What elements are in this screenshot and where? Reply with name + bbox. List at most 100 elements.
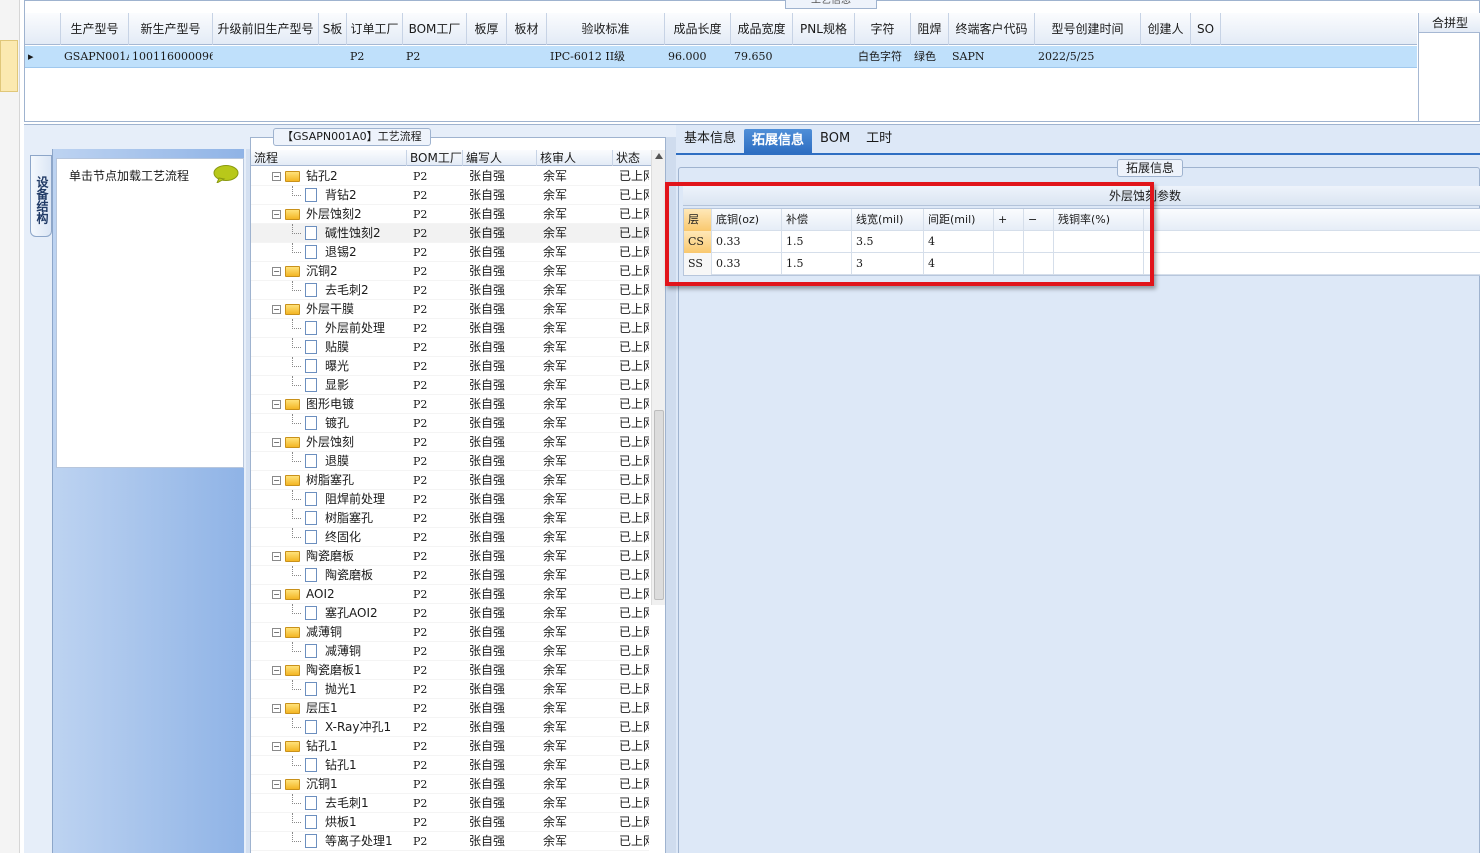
equipment-structure-tab[interactable]: 设备结构 bbox=[30, 155, 52, 237]
process-tree-scrollbar[interactable] bbox=[651, 150, 665, 605]
tree-process-step[interactable]: 碱性蚀刻2 P2 张自强 余军 已上网 bbox=[251, 224, 649, 243]
product-col-header[interactable] bbox=[25, 13, 61, 45]
scroll-thumb[interactable] bbox=[654, 410, 664, 600]
product-cell[interactable]: SAPN bbox=[949, 46, 1035, 68]
tree-name-cell[interactable]: − 钻孔2 bbox=[251, 167, 407, 186]
product-col-header[interactable]: S板 bbox=[319, 13, 347, 45]
tree-process-group[interactable]: − 钻孔2 P2 张自强 余军 已上网 bbox=[251, 167, 649, 186]
product-cell[interactable]: 79.650 bbox=[731, 46, 793, 68]
collapse-icon[interactable]: − bbox=[272, 209, 281, 219]
tree-process-step[interactable]: 去毛刺1 P2 张自强 余军 已上网 bbox=[251, 794, 649, 813]
tree-name-cell[interactable]: − 陶瓷磨板1 bbox=[251, 661, 407, 680]
tab-2[interactable]: BOM bbox=[812, 127, 858, 151]
tree-name-cell[interactable]: − 外层干膜 bbox=[251, 300, 407, 319]
tree-process-step[interactable]: 烘板1 P2 张自强 余军 已上网 bbox=[251, 813, 649, 832]
product-col-header[interactable]: 型号创建时间 bbox=[1035, 13, 1141, 45]
tree-name-cell[interactable]: 贴膜 bbox=[251, 338, 407, 357]
product-cell[interactable]: IPC-6012 II级 bbox=[547, 46, 665, 68]
collapse-icon[interactable]: − bbox=[272, 741, 281, 751]
product-col-header[interactable]: 订单工厂 bbox=[347, 13, 403, 45]
tree-process-step[interactable]: 显影 P2 张自强 余军 已上网 bbox=[251, 376, 649, 395]
tree-name-cell[interactable]: 曝光 bbox=[251, 357, 407, 376]
tree-process-step[interactable]: 曝光 P2 张自强 余军 已上网 bbox=[251, 357, 649, 376]
left-edge-tab[interactable] bbox=[0, 40, 18, 92]
tree-process-step[interactable]: X-Ray冲孔1 P2 张自强 余军 已上网 bbox=[251, 718, 649, 737]
tree-name-cell[interactable]: − 钻孔1 bbox=[251, 737, 407, 756]
product-cell[interactable] bbox=[467, 46, 507, 68]
product-cell[interactable]: P2 bbox=[403, 46, 467, 68]
product-col-header[interactable]: 终端客户代码 bbox=[949, 13, 1035, 45]
product-cell[interactable]: 白色字符 bbox=[855, 46, 911, 68]
product-col-header[interactable]: BOM工厂 bbox=[403, 13, 467, 45]
product-cell[interactable] bbox=[1141, 46, 1191, 68]
product-col-header[interactable]: 新生产型号 bbox=[129, 13, 213, 45]
product-col-header[interactable]: 生产型号 bbox=[61, 13, 129, 45]
tree-name-cell[interactable]: 阻焊前处理 bbox=[251, 490, 407, 509]
collapse-icon[interactable]: − bbox=[272, 266, 281, 276]
collapse-icon[interactable]: − bbox=[272, 703, 281, 713]
product-col-header[interactable]: 成品宽度 bbox=[731, 13, 793, 45]
tree-col-header[interactable]: 流程 bbox=[251, 150, 407, 166]
tab-0[interactable]: 基本信息 bbox=[676, 127, 744, 151]
tree-name-cell[interactable]: 外层前处理 bbox=[251, 319, 407, 338]
tree-process-step[interactable]: 减薄铜 P2 张自强 余军 已上网 bbox=[251, 642, 649, 661]
tree-process-step[interactable]: 等离子处理1 P2 张自强 余军 已上网 bbox=[251, 832, 649, 851]
tree-name-cell[interactable]: 钻孔1 bbox=[251, 756, 407, 775]
collapse-icon[interactable]: − bbox=[272, 665, 281, 675]
product-grid-row[interactable]: ▸GSAPN001A010011600009694 P2P2 IPC-6012 II… bbox=[25, 46, 1417, 68]
tree-name-cell[interactable]: 陶瓷磨板 bbox=[251, 566, 407, 585]
tree-process-step[interactable]: 镀孔 P2 张自强 余军 已上网 bbox=[251, 414, 649, 433]
tree-name-cell[interactable]: 去毛刺1 bbox=[251, 794, 407, 813]
product-col-header[interactable]: 升级前旧生产型号 bbox=[213, 13, 319, 45]
product-cell[interactable] bbox=[1191, 46, 1221, 68]
tree-process-group[interactable]: − 减薄铜 P2 张自强 余军 已上网 bbox=[251, 623, 649, 642]
tree-name-cell[interactable]: − 图形电镀 bbox=[251, 395, 407, 414]
tree-name-cell[interactable]: 终固化 bbox=[251, 528, 407, 547]
tree-process-step[interactable]: 背钻2 P2 张自强 余军 已上网 bbox=[251, 186, 649, 205]
tree-process-group[interactable]: − 钻孔1 P2 张自强 余军 已上网 bbox=[251, 737, 649, 756]
tree-process-group[interactable]: − 外层蚀刻2 P2 张自强 余军 已上网 bbox=[251, 205, 649, 224]
tree-name-cell[interactable]: 碱性蚀刻2 bbox=[251, 224, 407, 243]
tree-process-step[interactable]: 退膜 P2 张自强 余军 已上网 bbox=[251, 452, 649, 471]
product-cell[interactable] bbox=[319, 46, 347, 68]
product-cell[interactable]: 绿色 bbox=[911, 46, 949, 68]
product-col-header[interactable]: PNL规格 bbox=[793, 13, 855, 45]
tree-process-group[interactable]: − AOI2 P2 张自强 余军 已上网 bbox=[251, 585, 649, 604]
product-cell[interactable]: P2 bbox=[347, 46, 403, 68]
collapse-icon[interactable]: − bbox=[272, 437, 281, 447]
tree-name-cell[interactable]: 退锡2 bbox=[251, 243, 407, 262]
product-cell[interactable]: 96.000 bbox=[665, 46, 731, 68]
collapse-icon[interactable]: − bbox=[272, 475, 281, 485]
collapse-icon[interactable]: − bbox=[272, 589, 281, 599]
tree-name-cell[interactable]: 背钻2 bbox=[251, 186, 407, 205]
tree-name-cell[interactable]: − 沉铜2 bbox=[251, 262, 407, 281]
collapse-icon[interactable]: − bbox=[272, 627, 281, 637]
tree-name-cell[interactable]: 减薄铜 bbox=[251, 642, 407, 661]
tree-col-header[interactable]: BOM工厂 bbox=[407, 150, 463, 166]
product-cell[interactable] bbox=[793, 46, 855, 68]
tree-process-step[interactable]: 陶瓷磨板 P2 张自强 余军 已上网 bbox=[251, 566, 649, 585]
collapse-icon[interactable]: − bbox=[272, 171, 281, 181]
product-col-header[interactable]: 验收标准 bbox=[547, 13, 665, 45]
tree-name-cell[interactable]: 显影 bbox=[251, 376, 407, 395]
tree-process-step[interactable]: 树脂塞孔 P2 张自强 余军 已上网 bbox=[251, 509, 649, 528]
tree-process-group[interactable]: − 陶瓷磨板 P2 张自强 余军 已上网 bbox=[251, 547, 649, 566]
product-cell[interactable]: GSAPN001A0 bbox=[61, 46, 129, 68]
product-cell[interactable]: 2022/5/25 bbox=[1035, 46, 1141, 68]
product-col-header[interactable]: 创建人 bbox=[1141, 13, 1191, 45]
tree-name-cell[interactable]: 去毛刺2 bbox=[251, 281, 407, 300]
tree-process-step[interactable]: 终固化 P2 张自强 余军 已上网 bbox=[251, 528, 649, 547]
tree-process-step[interactable]: 钻孔1 P2 张自强 余军 已上网 bbox=[251, 756, 649, 775]
product-col-header[interactable]: 阻焊 bbox=[911, 13, 949, 45]
tree-name-cell[interactable]: X-Ray冲孔1 bbox=[251, 718, 407, 737]
tree-name-cell[interactable]: 树脂塞孔 bbox=[251, 509, 407, 528]
tree-name-cell[interactable]: − 减薄铜 bbox=[251, 623, 407, 642]
tree-name-cell[interactable]: 镀孔 bbox=[251, 414, 407, 433]
tree-name-cell[interactable]: 等离子处理1 bbox=[251, 832, 407, 851]
tree-name-cell[interactable]: 抛光1 bbox=[251, 680, 407, 699]
tree-name-cell[interactable]: 退膜 bbox=[251, 452, 407, 471]
tree-process-step[interactable]: 贴膜 P2 张自强 余军 已上网 bbox=[251, 338, 649, 357]
tree-name-cell[interactable]: − 树脂塞孔 bbox=[251, 471, 407, 490]
tree-col-header[interactable]: 编写人 bbox=[463, 150, 537, 166]
tree-process-step[interactable]: 抛光1 P2 张自强 余军 已上网 bbox=[251, 680, 649, 699]
